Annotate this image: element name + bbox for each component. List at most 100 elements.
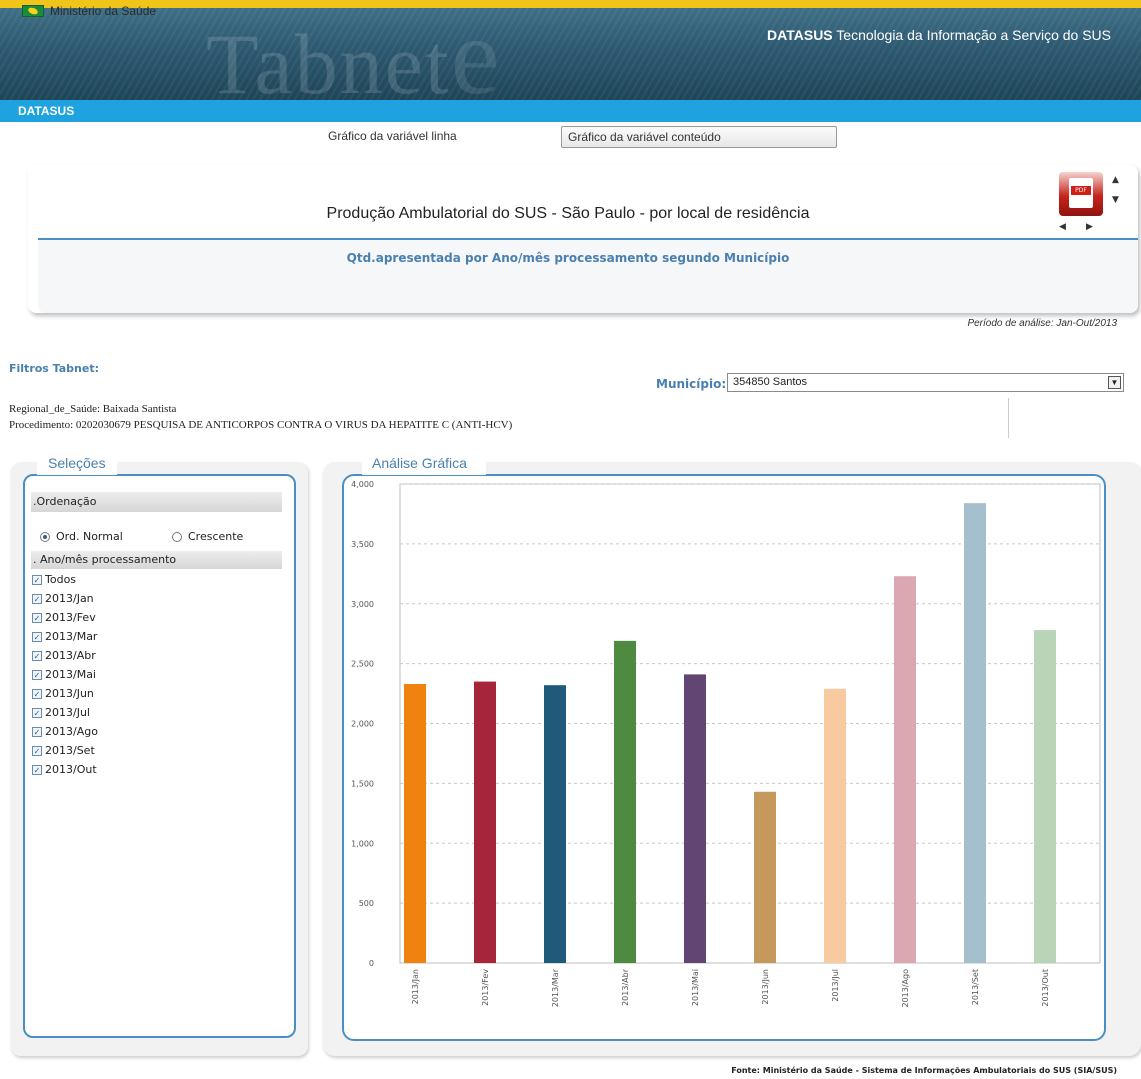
checkbox-icon[interactable]: ✓ <box>32 574 42 585</box>
y-tick-label: 1,000 <box>351 839 374 848</box>
datasus-tagline-text: Tecnologia da Informação a Serviço do SU… <box>832 27 1111 43</box>
report-title: Produção Ambulatorial do SUS - São Paulo… <box>326 205 810 222</box>
radio-dot-normal[interactable] <box>40 531 50 542</box>
checkbox-label: 2013/Abr <box>45 649 96 662</box>
x-tick-label: 2013/Ago <box>901 969 910 1008</box>
scroll-right-icon[interactable]: ▶ <box>1086 222 1093 232</box>
selections-tab: Seleções <box>37 453 117 475</box>
tab-grafico-conteudo[interactable]: Gráfico da variável conteúdo <box>561 126 837 148</box>
checkbox-label: 2013/Ago <box>45 725 98 738</box>
filter-procedimento: Procedimento: 0202030679 PESQUISA DE ANT… <box>9 419 513 431</box>
checkbox-month[interactable]: ✓ 2013/Jul <box>32 703 98 722</box>
tabnet-page: Tabnete DATASUS Tecnologia da Informação… <box>0 0 1141 1079</box>
report-subtitle: Qtd.apresentada por Ano/mês processament… <box>346 251 790 265</box>
bar <box>964 503 986 963</box>
bar <box>754 791 776 963</box>
checkbox-label: 2013/Mai <box>45 668 96 681</box>
radio-ord-normal-label: Ord. Normal <box>56 530 123 543</box>
municipio-value: 354850 Santos <box>733 376 808 388</box>
ordenacao-header: .Ordenação <box>31 492 282 512</box>
checkbox-month[interactable]: ✓ 2013/Ago <box>32 722 98 741</box>
ministerio-badge[interactable]: Ministério da Saúde <box>22 3 156 19</box>
checkbox-icon[interactable]: ✓ <box>32 631 42 642</box>
checkbox-month[interactable]: ✓ 2013/Mar <box>32 627 98 646</box>
scroll-up-icon[interactable]: ▲ <box>1112 175 1119 185</box>
checkbox-icon[interactable]: ✓ <box>32 650 42 661</box>
checkbox-month[interactable]: ✓ 2013/Out <box>32 760 98 779</box>
checkbox-month[interactable]: ✓ 2013/Fev <box>32 608 98 627</box>
x-tick-label: 2013/Fev <box>481 969 490 1006</box>
checkbox-month[interactable]: ✓ 2013/Abr <box>32 646 98 665</box>
tabnet-logo-e: e <box>450 8 502 100</box>
checkbox-icon[interactable]: ✓ <box>32 726 42 737</box>
y-tick-label: 0 <box>369 959 374 968</box>
ministerio-label: Ministério da Saúde <box>50 4 157 18</box>
nav-datasus-link[interactable]: DATASUS <box>18 104 74 118</box>
checkbox-icon[interactable]: ✓ <box>32 688 42 699</box>
checkbox-month[interactable]: ✓ 2013/Set <box>32 741 98 760</box>
checkbox-icon[interactable]: ✓ <box>32 669 42 680</box>
checkbox-month[interactable]: ✓ 2013/Mai <box>32 665 98 684</box>
scroll-down-icon[interactable]: ▼ <box>1112 195 1119 205</box>
bar-chart: 0 500 1,000 1,500 2,000 2,500 3,000 3,500 4,000 2… <box>351 480 1101 1008</box>
checkbox-label: 2013/Jul <box>45 706 90 719</box>
analysis-tab: Análise Gráfica <box>362 453 486 475</box>
x-tick-label: 2013/Mar <box>551 968 560 1007</box>
y-tick-label: 3,500 <box>351 540 374 549</box>
y-tick-label: 4,000 <box>351 480 374 489</box>
checkbox-label: 2013/Set <box>45 744 95 757</box>
radio-dot-crescente[interactable] <box>172 531 182 542</box>
checkbox-label: 2013/Jan <box>45 592 94 605</box>
radio-crescente-label: Crescente <box>188 530 244 543</box>
page-header: Tabnete DATASUS Tecnologia da Informação… <box>0 8 1141 100</box>
pdf-export-icon[interactable]: PDF <box>1059 172 1103 216</box>
bar <box>544 685 566 963</box>
scroll-left-icon[interactable]: ◀ <box>1059 222 1066 232</box>
municipio-label: Município: <box>656 377 727 391</box>
filter-separator <box>1008 398 1009 438</box>
checkbox-month[interactable]: ✓ 2013/Jan <box>32 589 98 608</box>
bar <box>474 681 496 963</box>
bar <box>684 674 706 963</box>
checkbox-label: Todos <box>45 573 77 586</box>
checkbox-label: 2013/Mar <box>45 630 98 643</box>
bar <box>614 640 636 963</box>
radio-ord-normal[interactable]: Ord. Normal <box>40 530 123 543</box>
x-tick-label: 2013/Set <box>971 969 980 1005</box>
datasus-tagline: DATASUS Tecnologia da Informação a Servi… <box>767 27 1111 43</box>
y-tick-label: 500 <box>359 899 374 908</box>
checkbox-label: 2013/Jun <box>45 687 94 700</box>
bar <box>824 688 846 963</box>
y-tick-label: 2,500 <box>351 660 374 669</box>
chevron-down-icon[interactable]: ▼ <box>1108 376 1121 389</box>
checkbox-month[interactable]: ✓ 2013/Jun <box>32 684 98 703</box>
gov-top-strip <box>0 0 1141 8</box>
pdf-icon-label: PDF <box>1071 186 1091 195</box>
periodo-analise: Período de análise: Jan-Out/2013 <box>967 318 1117 329</box>
bar <box>404 683 426 963</box>
x-tick-label: 2013/Jun <box>761 969 770 1005</box>
datasus-brand: DATASUS <box>767 27 833 43</box>
filter-regional: Regional_de_Saúde: Baixada Santista <box>9 403 177 415</box>
checkbox-icon[interactable]: ✓ <box>32 764 42 775</box>
checkbox-icon[interactable]: ✓ <box>32 593 42 604</box>
x-tick-label: 2013/Out <box>1041 969 1050 1007</box>
checkbox-label: 2013/Fev <box>45 611 96 624</box>
y-tick-label: 1,500 <box>351 779 374 788</box>
checkbox-icon[interactable]: ✓ <box>32 707 42 718</box>
checkbox-icon[interactable]: ✓ <box>32 612 42 623</box>
x-tick-label: 2013/Jul <box>831 969 840 1002</box>
municipio-select[interactable]: 354850 Santos ▼ <box>727 373 1124 392</box>
filtros-title: Filtros Tabnet: <box>9 362 100 375</box>
radio-crescente[interactable]: Crescente <box>172 530 243 543</box>
bar <box>1034 630 1056 963</box>
checkbox-icon[interactable]: ✓ <box>32 745 42 756</box>
x-tick-label: 2013/Jan <box>411 969 420 1004</box>
tabnet-logo: Tabnete <box>206 8 502 100</box>
brazil-flag-icon <box>22 5 44 17</box>
ano-mes-checklist: ✓ Todos ✓ 2013/Jan ✓ 2013/Fev ✓ 2013/Mar ✓ 2013/A… <box>32 570 98 779</box>
tab-grafico-linha[interactable]: Gráfico da variável linha <box>322 126 556 148</box>
nav-bar: DATASUS <box>0 100 1141 122</box>
y-tick-label: 3,000 <box>351 600 374 609</box>
checkbox-todos[interactable]: ✓ Todos <box>32 570 98 589</box>
